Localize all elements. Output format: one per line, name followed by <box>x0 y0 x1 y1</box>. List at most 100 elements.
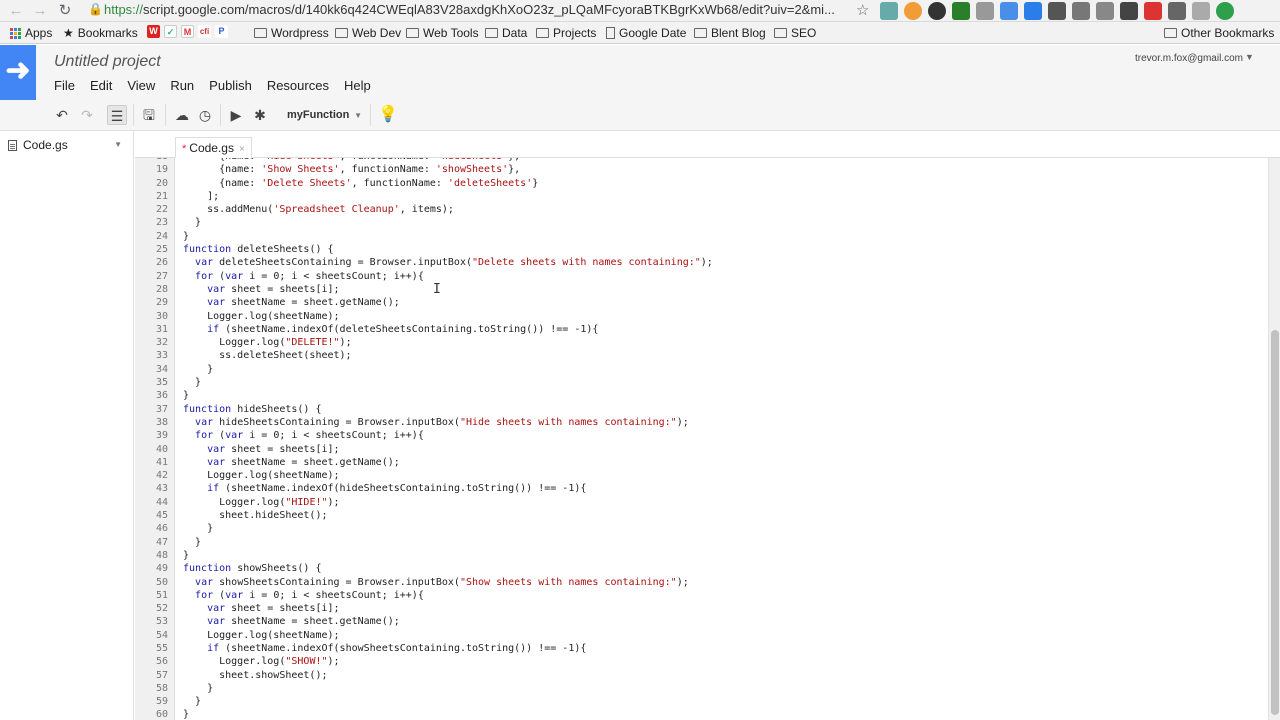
bookmark-star-icon[interactable]: ☆ <box>856 1 869 19</box>
code-line[interactable]: 39 for (var i = 0; i < sheetsCount; i++)… <box>135 429 1268 442</box>
redo-icon[interactable]: ↷ <box>77 105 97 125</box>
code-line[interactable]: 32 Logger.log("DELETE!"); <box>135 336 1268 349</box>
lightbulb-icon[interactable]: 💡 <box>378 104 398 124</box>
apps-script-logo-icon[interactable]: ➜ <box>0 45 36 100</box>
code-line[interactable]: 48} <box>135 549 1268 562</box>
bookmark-other-bookmarks[interactable]: Other Bookmarks <box>1164 25 1274 41</box>
triggers-clock-icon[interactable]: ◷ <box>195 105 215 125</box>
bookmark-data[interactable]: Data <box>485 25 527 41</box>
code-line[interactable]: 38 var hideSheetsContaining = Browser.in… <box>135 416 1268 429</box>
code-line[interactable]: 54 Logger.log(sheetName); <box>135 629 1268 642</box>
forward-icon[interactable]: → <box>30 1 50 21</box>
extension-icon[interactable] <box>1000 2 1018 20</box>
code-line[interactable]: 22 ss.addMenu('Spreadsheet Cleanup', ite… <box>135 203 1268 216</box>
extension-icon[interactable] <box>976 2 994 20</box>
code-line[interactable]: 41 var sheetName = sheet.getName(); <box>135 456 1268 469</box>
tab-code-gs[interactable]: * Code.gs × <box>175 137 252 158</box>
code-line[interactable]: 25 function deleteSheets() { <box>135 243 1268 256</box>
extension-icon[interactable] <box>952 2 970 20</box>
menu-run[interactable]: Run <box>170 78 194 94</box>
bookmark-web-dev[interactable]: Web Dev <box>335 25 401 41</box>
code-line[interactable]: 55 if (sheetName.indexOf(showSheetsConta… <box>135 642 1268 655</box>
code-line[interactable]: 51 for (var i = 0; i < sheetsCount; i++)… <box>135 589 1268 602</box>
code-line[interactable]: 60} <box>135 708 1268 720</box>
cloud-deploy-icon[interactable]: ☁ <box>172 105 192 125</box>
bookmark-bookmarks[interactable]: ★ Bookmarks <box>63 25 138 41</box>
menu-view[interactable]: View <box>127 78 155 94</box>
code-line[interactable]: 28 var sheet = sheets[i]; <box>135 283 1268 296</box>
editor-scrollbar[interactable] <box>1268 158 1280 720</box>
menu-publish[interactable]: Publish <box>209 78 252 94</box>
code-line[interactable]: 50 var showSheetsContaining = Browser.in… <box>135 576 1268 589</box>
function-select[interactable]: myFunction ▼ <box>280 106 368 125</box>
code-line[interactable]: 23 } <box>135 216 1268 229</box>
code-line[interactable]: 43 if (sheetName.indexOf(hideSheetsConta… <box>135 482 1268 495</box>
reload-icon[interactable]: ↻ <box>55 1 75 21</box>
project-title[interactable]: Untitled project <box>54 53 161 71</box>
extension-icon[interactable] <box>904 2 922 20</box>
sidebar-file-code-gs[interactable]: Code.gs ▼ <box>8 138 128 152</box>
code-line[interactable]: 42 Logger.log(sheetName); <box>135 469 1268 482</box>
code-line[interactable]: 27 for (var i = 0; i < sheetsCount; i++)… <box>135 270 1268 283</box>
extension-icon[interactable] <box>1168 2 1186 20</box>
extension-icon[interactable] <box>880 2 898 20</box>
extension-icon[interactable] <box>1216 2 1234 20</box>
code-line[interactable]: 37 function hideSheets() { <box>135 403 1268 416</box>
code-line[interactable]: 33 ss.deleteSheet(sheet); <box>135 349 1268 362</box>
indent-icon[interactable]: ☰ <box>107 105 127 125</box>
menu-edit[interactable]: Edit <box>90 78 112 94</box>
bookmark-google-date[interactable]: Google Date <box>606 25 686 41</box>
code-line[interactable]: 52 var sheet = sheets[i]; <box>135 602 1268 615</box>
undo-icon[interactable]: ↶ <box>52 105 72 125</box>
extension-icon[interactable] <box>1048 2 1066 20</box>
extension-icon[interactable] <box>1096 2 1114 20</box>
code-line[interactable]: 36} <box>135 389 1268 402</box>
code-line[interactable]: 49 function showSheets() { <box>135 562 1268 575</box>
code-line[interactable]: 35 } <box>135 376 1268 389</box>
code-line[interactable]: 20 {name: 'Delete Sheets', functionName:… <box>135 177 1268 190</box>
menu-help[interactable]: Help <box>344 78 371 94</box>
menu-file[interactable]: File <box>54 78 75 94</box>
bookmark-projects[interactable]: Projects <box>536 25 596 41</box>
bookmark-apps[interactable]: Apps <box>10 25 52 41</box>
code-line[interactable]: 58 } <box>135 682 1268 695</box>
menu-resources[interactable]: Resources <box>267 78 329 94</box>
code-line[interactable]: 59 } <box>135 695 1268 708</box>
code-editor[interactable]: 18 {name: 'Hide Sheets', functionName: '… <box>135 158 1268 720</box>
code-line[interactable]: 21 ]; <box>135 190 1268 203</box>
extension-icon[interactable] <box>1144 2 1162 20</box>
extension-icon[interactable] <box>928 2 946 20</box>
code-line[interactable]: 47 } <box>135 536 1268 549</box>
code-line[interactable]: 30 Logger.log(sheetName); <box>135 310 1268 323</box>
extension-icon[interactable] <box>1024 2 1042 20</box>
scrollbar-thumb[interactable] <box>1271 330 1279 715</box>
code-line[interactable]: 56 Logger.log("SHOW!"); <box>135 655 1268 668</box>
code-line[interactable]: 34 } <box>135 363 1268 376</box>
code-line[interactable]: 31 if (sheetName.indexOf(deleteSheetsCon… <box>135 323 1268 336</box>
code-line[interactable]: 19 {name: 'Show Sheets', functionName: '… <box>135 163 1268 176</box>
bookmark-icons-group[interactable]: W ✓ M cfi P <box>147 25 228 38</box>
bookmark-wordpress[interactable]: Wordpress <box>254 25 329 41</box>
chevron-down-icon[interactable]: ▼ <box>114 140 122 149</box>
bookmark-blent-blog[interactable]: Blent Blog <box>694 25 766 41</box>
code-line[interactable]: 40 var sheet = sheets[i]; <box>135 443 1268 456</box>
close-icon[interactable]: × <box>239 144 245 155</box>
account-email[interactable]: trevor.m.fox@gmail.com <box>1135 53 1243 64</box>
code-line[interactable]: 29 var sheetName = sheet.getName(); <box>135 296 1268 309</box>
code-line[interactable]: 44 Logger.log("HIDE!"); <box>135 496 1268 509</box>
code-line[interactable]: 46 } <box>135 522 1268 535</box>
code-line[interactable]: 53 var sheetName = sheet.getName(); <box>135 615 1268 628</box>
bookmark-seo[interactable]: SEO <box>774 25 816 41</box>
chevron-down-icon[interactable]: ▼ <box>1245 52 1254 62</box>
code-line[interactable]: 24} <box>135 230 1268 243</box>
address-bar[interactable]: https://script.google.com/macros/d/140kk… <box>104 2 835 18</box>
code-line[interactable]: 26 var deleteSheetsContaining = Browser.… <box>135 256 1268 269</box>
debug-bug-icon[interactable]: ✱ <box>250 105 270 125</box>
extension-icon[interactable] <box>1192 2 1210 20</box>
back-icon[interactable]: ← <box>6 1 26 21</box>
code-line[interactable]: 57 sheet.showSheet(); <box>135 669 1268 682</box>
extension-icon[interactable] <box>1072 2 1090 20</box>
code-line[interactable]: 45 sheet.hideSheet(); <box>135 509 1268 522</box>
run-icon[interactable]: ▶ <box>226 105 246 125</box>
save-icon[interactable]: 🖫 <box>139 105 159 125</box>
